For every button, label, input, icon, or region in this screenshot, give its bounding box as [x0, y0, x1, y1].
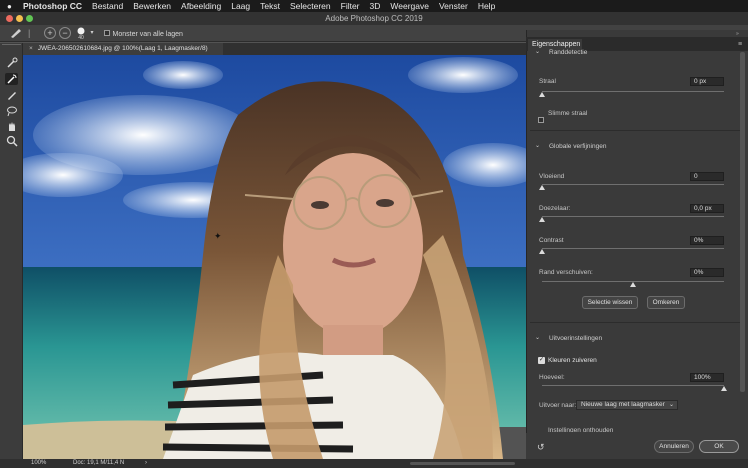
contrast-slider-track[interactable] — [542, 248, 724, 249]
menu-filter[interactable]: Filter — [341, 1, 360, 11]
invert-button[interactable]: Omkeren — [647, 296, 685, 309]
global-refinements-title[interactable]: Globale verfijningen — [549, 143, 606, 150]
radius-slider-track[interactable] — [542, 91, 724, 92]
refine-brush-cursor-icon: ✦ — [214, 231, 222, 241]
clear-selection-button[interactable]: Selectie wissen — [582, 296, 638, 309]
chevron-down-icon[interactable]: ▾ — [88, 27, 96, 39]
section-divider — [530, 322, 740, 323]
smooth-label: Vloeiend — [539, 173, 565, 180]
ok-button[interactable]: OK — [699, 440, 739, 453]
add-to-selection-icon[interactable]: + — [44, 27, 56, 39]
menu-3d[interactable]: 3D — [370, 1, 381, 11]
global-refinements-arrow[interactable]: ⌄ — [535, 142, 540, 149]
checkbox-box[interactable] — [104, 30, 110, 36]
document-canvas[interactable]: ✦ — [23, 55, 526, 459]
menu-tekst[interactable]: Tekst — [260, 1, 280, 11]
output-settings-arrow[interactable]: ⌄ — [535, 334, 540, 341]
menu-bestand[interactable]: Bestand — [92, 1, 123, 11]
zoom-level[interactable]: 100% — [31, 459, 46, 468]
remember-settings-label: Instellingen onthouden — [548, 427, 614, 432]
decontaminate-checkbox[interactable]: ✓ — [538, 357, 545, 364]
apple-icon[interactable]: ● — [7, 2, 17, 11]
options-divider: | — [28, 28, 31, 38]
amount-input[interactable]: 100% — [690, 373, 724, 382]
reset-icon[interactable]: ↺ — [537, 442, 549, 452]
menu-app-name[interactable]: Photoshop CC — [23, 1, 82, 11]
horizontal-scrollbar[interactable] — [410, 462, 515, 465]
menu-afbeelding[interactable]: Afbeelding — [181, 1, 221, 11]
sample-all-layers-checkbox[interactable]: Monster van alle lagen — [104, 27, 204, 39]
feather-slider-knob[interactable] — [539, 217, 545, 222]
tools-grip[interactable] — [2, 44, 21, 45]
menu-bewerken[interactable]: Bewerken — [133, 1, 171, 11]
window-title: Adobe Photoshop CC 2019 — [325, 14, 423, 23]
section-divider — [530, 130, 740, 131]
menu-venster[interactable]: Venster — [439, 1, 468, 11]
feather-input[interactable]: 0,0 px — [690, 204, 724, 213]
radius-input[interactable]: 0 px — [690, 77, 724, 86]
zoom-tool-icon[interactable] — [5, 135, 18, 147]
document-tab-label: JWEA-206502610684.jpg @ 100%(Laag 1, Laa… — [37, 45, 208, 52]
smooth-input[interactable]: 0 — [690, 172, 724, 181]
section-collapse-arrow[interactable]: ⌄ — [535, 48, 540, 55]
panel-collapse-icon[interactable]: » — [736, 32, 744, 37]
amount-slider-knob[interactable] — [721, 386, 727, 391]
output-to-select[interactable]: Nieuwe laag met laagmasker ⌄ — [576, 400, 678, 410]
window-titlebar: Adobe Photoshop CC 2019 — [0, 12, 748, 25]
output-to-label: Uitvoer naar: — [539, 402, 577, 409]
panel-menu-icon[interactable]: ≡ — [738, 41, 742, 48]
hand-tool-icon[interactable] — [5, 120, 18, 132]
smart-radius-box[interactable] — [538, 117, 544, 123]
decontaminate-label: Kleuren zuiveren — [548, 357, 597, 364]
shift-edge-label: Rand verschuiven: — [539, 269, 593, 276]
panel-scrollbar[interactable] — [740, 52, 745, 392]
contrast-label: Contrast — [539, 237, 564, 244]
contrast-slider-knob[interactable] — [539, 249, 545, 254]
close-tab-icon[interactable]: × — [29, 45, 33, 52]
smart-radius-label: Slimme straal — [548, 110, 588, 117]
photo-woman-beach — [23, 55, 526, 459]
shift-edge-slider-knob[interactable] — [630, 282, 636, 287]
output-settings-title[interactable]: Uitvoerinstellingen — [549, 335, 602, 342]
contrast-input[interactable]: 0% — [690, 236, 724, 245]
feather-slider-track[interactable] — [542, 216, 724, 217]
menu-help[interactable]: Help — [478, 1, 495, 11]
minimize-window-icon[interactable] — [16, 15, 23, 22]
status-expand-icon[interactable]: › — [145, 459, 147, 468]
close-window-icon[interactable] — [6, 15, 13, 22]
cancel-button[interactable]: Annuleren — [654, 440, 694, 453]
smooth-slider-knob[interactable] — [539, 185, 545, 190]
edge-detection-title[interactable]: Randdetectie — [549, 49, 587, 56]
tools-panel — [0, 43, 23, 459]
chevron-down-icon: ⌄ — [668, 402, 674, 408]
status-bar: 100% Doc: 19,1 M/11,4 N › — [0, 459, 748, 468]
mac-menubar: ● Photoshop CC Bestand Bewerken Afbeeldi… — [0, 0, 748, 12]
shift-edge-input[interactable]: 0% — [690, 268, 724, 277]
menu-selecteren[interactable]: Selecteren — [290, 1, 331, 11]
menu-laag[interactable]: Laag — [231, 1, 250, 11]
brush-tool-preset-icon[interactable] — [9, 27, 23, 39]
amount-label: Hoeveel: — [539, 374, 565, 381]
brush-tool-icon[interactable] — [5, 89, 18, 101]
smart-radius-checkbox[interactable] — [538, 110, 544, 128]
output-to-value: Nieuwe laag met laagmasker — [581, 401, 665, 408]
refine-edge-brush-icon[interactable] — [5, 73, 18, 85]
document-tab[interactable]: × JWEA-206502610684.jpg @ 100%(Laag 1, La… — [23, 43, 223, 55]
document-tabbar: × JWEA-206502610684.jpg @ 100%(Laag 1, La… — [23, 43, 526, 55]
menu-weergave[interactable]: Weergave — [390, 1, 429, 11]
zoom-window-icon[interactable] — [26, 15, 33, 22]
sample-all-layers-label: Monster van alle lagen — [112, 31, 183, 38]
amount-slider-track[interactable] — [542, 385, 724, 386]
smooth-slider-track[interactable] — [542, 184, 724, 185]
lasso-tool-icon[interactable] — [5, 105, 18, 117]
quick-selection-tool-icon[interactable] — [5, 57, 18, 69]
subtract-from-selection-icon[interactable]: − — [59, 27, 71, 39]
radius-slider-knob[interactable] — [539, 92, 545, 97]
document-info[interactable]: Doc: 19,1 M/11,4 N — [73, 459, 124, 468]
feather-label: Doezelaar: — [539, 205, 571, 212]
radius-label: Straal — [539, 78, 556, 85]
